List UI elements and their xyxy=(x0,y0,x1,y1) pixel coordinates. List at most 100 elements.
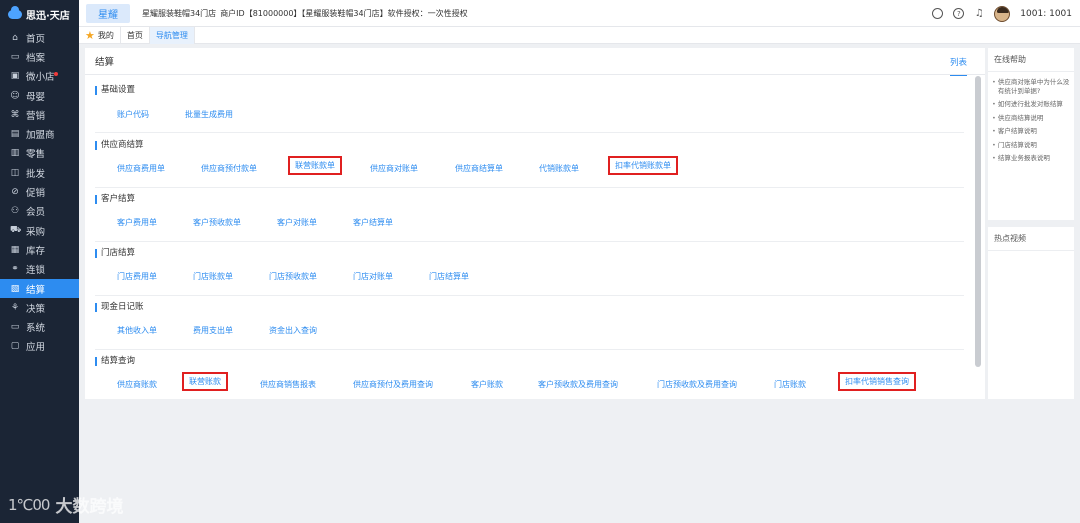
link-supplier-statement[interactable]: 供应商对账单 xyxy=(370,163,418,174)
section-basic-settings: 基础设置 账户代码 批量生成费用 xyxy=(95,86,964,133)
sidebar-item-home[interactable]: ⌂ 首页 xyxy=(0,28,79,47)
help-item[interactable]: • 如何进行批发对账结算 xyxy=(992,100,1070,109)
link-joint-account-bill[interactable]: 联营账款单 xyxy=(288,156,342,175)
retail-icon: ▥ xyxy=(10,148,20,159)
sidebar-item-chain[interactable]: ⚭ 连锁 xyxy=(0,260,79,279)
logo-text: 思迅·天店 xyxy=(26,10,70,22)
link-store-prepay-fee-query[interactable]: 门店预收款及费用查询 xyxy=(657,379,737,390)
link-store-fee-bill[interactable]: 门店费用单 xyxy=(117,271,157,282)
sidebar-item-stock[interactable]: ▦ 库存 xyxy=(0,240,79,259)
sidebar-item-label: 批发 xyxy=(26,168,46,180)
sidebar-item-system[interactable]: ▭ 系统 xyxy=(0,317,79,336)
section-customer-settlement: 客户结算 客户费用单 客户预收款单 客户对账单 客户结算单 xyxy=(95,195,964,242)
link-customer-settlement-bill[interactable]: 客户结算单 xyxy=(353,217,393,228)
system-icon: ▭ xyxy=(10,322,20,333)
link-supplier-prepay-fee-query[interactable]: 供应商预付及费用查询 xyxy=(353,379,433,390)
sidebar-item-member[interactable]: ⚇ 会员 xyxy=(0,202,79,221)
tab-navigation-management[interactable]: 导航管理 xyxy=(149,26,195,44)
tab-bar: ★ 我的 首页 导航管理 xyxy=(79,26,1080,44)
sidebar-item-franchise[interactable]: ▤ 加盟商 xyxy=(0,124,79,143)
link-supplier-prepayment-bill[interactable]: 供应商预付款单 xyxy=(201,163,257,174)
brand-button[interactable]: 星耀 xyxy=(86,3,130,23)
link-supplier-sales-report[interactable]: 供应商销售报表 xyxy=(260,379,316,390)
cloud-logo-icon xyxy=(8,5,22,19)
app-logo[interactable]: 思迅·天店 xyxy=(0,0,79,28)
tab-label: 首页 xyxy=(126,30,143,40)
promotion-icon: ⊘ xyxy=(11,187,19,198)
franchise-icon: ▤ xyxy=(10,129,20,140)
link-other-income-bill[interactable]: 其他收入单 xyxy=(117,325,157,336)
watermark: 1℃00 大数跨境 xyxy=(8,492,123,518)
link-rate-consignment-account-bill[interactable]: 扣率代销账款单 xyxy=(608,156,678,175)
help-icon[interactable]: ? xyxy=(953,8,965,19)
folder-icon: ▭ xyxy=(10,51,20,62)
help-item[interactable]: • 门店结算说明 xyxy=(992,141,1070,150)
help-list: • 供应商对账单中为什么没有统计到单据? • 如何进行批发对账结算 • 供应商结算说明… xyxy=(988,72,1074,174)
link-account-code[interactable]: 账户代码 xyxy=(117,109,149,120)
sidebar-item-purchase[interactable]: ⛟ 采购 xyxy=(0,221,79,240)
main-panel: 结算 列表 基础设置 账户代码 批量生成费用 供应商结算 供应商费用单 供应商预… xyxy=(85,48,985,399)
link-store-prepayment-bill[interactable]: 门店预收款单 xyxy=(269,271,317,282)
link-customer-prepayment-bill[interactable]: 客户预收款单 xyxy=(193,217,241,228)
link-customer-prepay-fee-query[interactable]: 客户预收款及费用查询 xyxy=(538,379,618,390)
section-title: 客户结算 xyxy=(95,195,135,204)
sidebar-item-retail[interactable]: ▥ 零售 xyxy=(0,144,79,163)
avatar[interactable] xyxy=(994,5,1011,22)
sidebar-item-baby[interactable]: ☺ 母婴 xyxy=(0,86,79,105)
help-item-text: 结算业务报表说明 xyxy=(997,154,1050,162)
sidebar-item-apps[interactable]: ▢ 应用 xyxy=(0,337,79,356)
sidebar-item-settlement[interactable]: ▧ 结算 xyxy=(0,278,79,299)
sidebar-item-archive[interactable]: ▭ 档案 xyxy=(0,47,79,66)
tab-mine[interactable]: ★ 我的 xyxy=(79,26,121,44)
sidebar-nav: ⌂ 首页 ▭ 档案 ▣ 微小店 ☺ 母婴 ⌘ 营销 ▤ 加盟商 ▥ 零售 ◫ 批发 ⊘ 促销 ⚇ 会… xyxy=(0,28,79,356)
tab-home[interactable]: 首页 xyxy=(121,26,150,44)
link-store-account-bill[interactable]: 门店账款单 xyxy=(193,271,233,282)
link-batch-generate-fees[interactable]: 批量生成费用 xyxy=(185,109,233,120)
sidebar-item-marketing[interactable]: ⌘ 营销 xyxy=(0,105,79,124)
sidebar-item-label: 采购 xyxy=(26,226,46,238)
sidebar-item-promotion[interactable]: ⊘ 促销 xyxy=(0,182,79,201)
link-supplier-fee-bill[interactable]: 供应商费用单 xyxy=(117,163,165,174)
link-consignment-account-bill[interactable]: 代销账款单 xyxy=(539,163,579,174)
chain-icon: ⚭ xyxy=(11,264,19,275)
link-supplier-settlement-bill[interactable]: 供应商结算单 xyxy=(455,163,503,174)
sidebar-item-label: 档案 xyxy=(26,52,46,64)
link-store-settlement-bill[interactable]: 门店结算单 xyxy=(429,271,469,282)
bell-icon[interactable]: ♫ xyxy=(974,8,984,19)
link-rate-consignment-sales-query[interactable]: 扣率代销销售查询 xyxy=(838,372,916,391)
tab-list[interactable]: 列表 xyxy=(949,56,967,76)
link-customer-fee-bill[interactable]: 客户费用单 xyxy=(117,217,157,228)
sidebar-item-label: 微小店 xyxy=(26,72,55,84)
link-expense-bill[interactable]: 费用支出单 xyxy=(193,325,233,336)
section-title: 结算查询 xyxy=(95,357,135,366)
shop-icon: ▣ xyxy=(10,71,20,82)
link-supplier-account[interactable]: 供应商账款 xyxy=(117,379,157,390)
sidebar-item-mini-shop[interactable]: ▣ 微小店 xyxy=(0,67,79,86)
link-store-statement[interactable]: 门店对账单 xyxy=(353,271,393,282)
top-bar: 星耀 星耀服装鞋帽34门店 商户ID【81000000】【星耀服装鞋帽34门店】… xyxy=(79,0,1080,27)
link-customer-statement[interactable]: 客户对账单 xyxy=(277,217,317,228)
scrollbar-thumb[interactable] xyxy=(975,76,981,367)
section-supplier-settlement: 供应商结算 供应商费用单 供应商预付款单 联营账款单 供应商对账单 供应商结算单… xyxy=(95,141,964,188)
scrollbar[interactable] xyxy=(974,75,982,395)
link-joint-account[interactable]: 联营账款 xyxy=(182,372,228,391)
help-item[interactable]: • 客户结算说明 xyxy=(992,127,1070,136)
link-customer-account[interactable]: 客户账款 xyxy=(471,379,503,390)
search-icon[interactable] xyxy=(932,8,944,19)
user-id[interactable]: 1001: 1001 xyxy=(1020,9,1072,19)
page-title: 结算 xyxy=(95,57,115,68)
home-icon: ⌂ xyxy=(12,32,18,43)
sidebar-item-label: 营销 xyxy=(26,110,46,122)
sidebar-item-decision[interactable]: ⚘ 决策 xyxy=(0,298,79,317)
help-item[interactable]: • 供应商结算说明 xyxy=(992,114,1070,123)
sidebar-item-label: 加盟商 xyxy=(26,130,55,142)
settlement-icon: ▧ xyxy=(10,283,20,294)
member-icon: ⚇ xyxy=(10,206,20,217)
section-title: 供应商结算 xyxy=(95,141,144,150)
link-store-account[interactable]: 门店账款 xyxy=(774,379,806,390)
help-item[interactable]: • 供应商对账单中为什么没有统计到单据? xyxy=(992,78,1070,95)
help-item-text: 如何进行批发对账结算 xyxy=(997,100,1063,108)
help-item[interactable]: • 结算业务报表说明 xyxy=(992,154,1070,163)
sidebar-item-wholesale[interactable]: ◫ 批发 xyxy=(0,163,79,182)
link-fund-flow-query[interactable]: 资金出入查询 xyxy=(269,325,317,336)
